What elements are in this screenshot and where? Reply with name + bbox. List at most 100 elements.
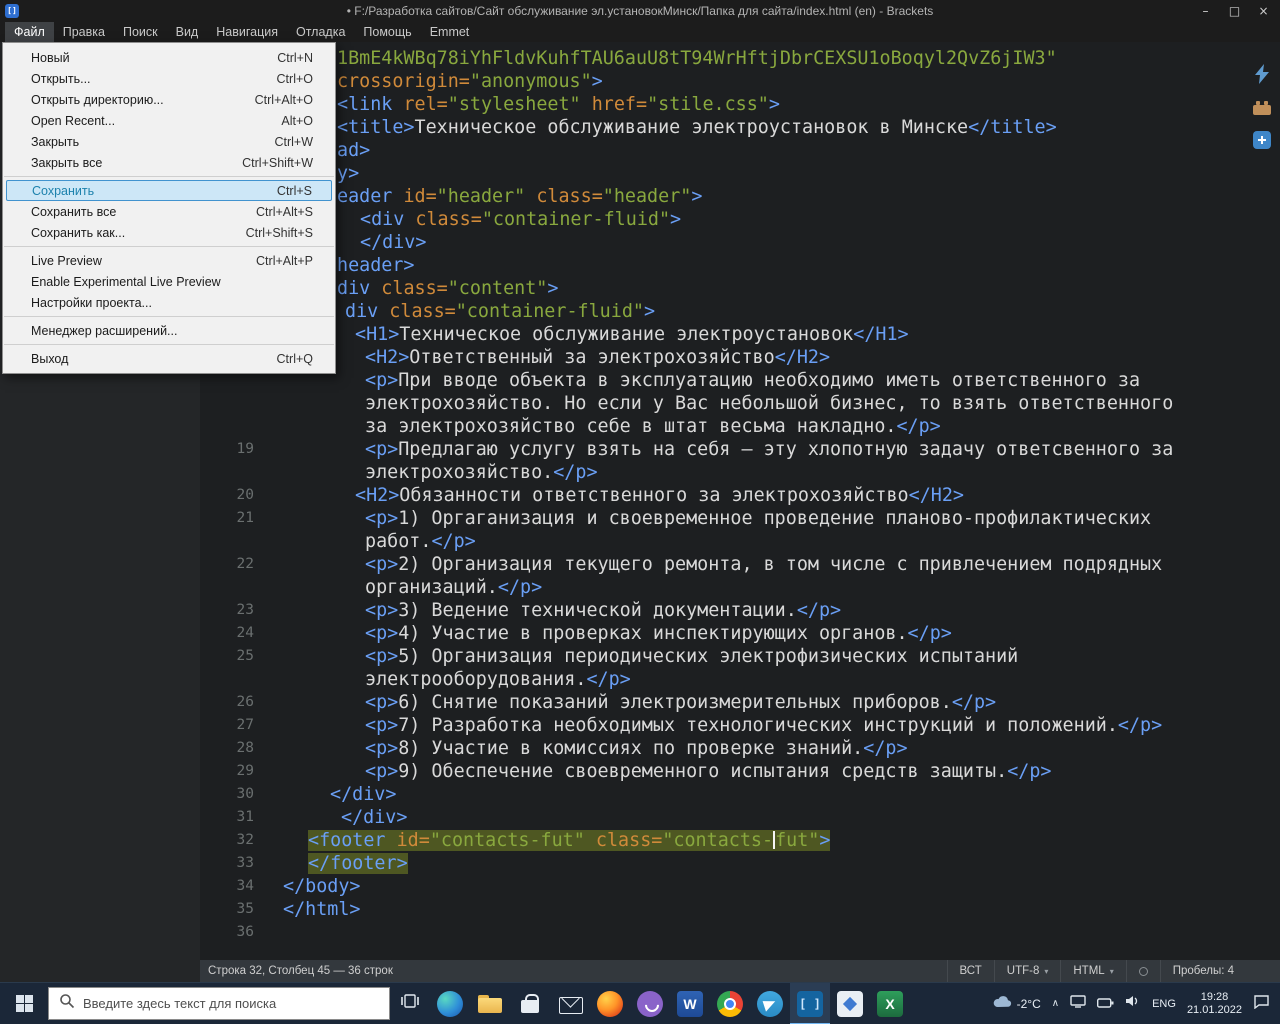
- code-row[interactable]: работ.</p>: [200, 530, 1280, 553]
- code-row[interactable]: 32 <footer id="contacts-fut" class="conta…: [200, 829, 1280, 852]
- taskbar-app-word[interactable]: [670, 983, 710, 1024]
- code-row[interactable]: </div>: [200, 231, 1280, 254]
- editor-pane[interactable]: 1BmE4kWBq78iYhFldvKuhfTAU6auU8tT94WrHftj…: [200, 42, 1280, 960]
- code-row[interactable]: организаций.</p>: [200, 576, 1280, 599]
- lint-status-indicator[interactable]: [1125, 960, 1160, 982]
- code-row[interactable]: <H2>Ответственный за электрохозяйство</H…: [200, 346, 1280, 369]
- file-menu-item-close-all[interactable]: Закрыть все Ctrl+Shift+W: [3, 152, 335, 173]
- file-menu-item-experimental-live-preview[interactable]: Enable Experimental Live Preview: [3, 271, 335, 292]
- display-icon[interactable]: [1070, 994, 1086, 1013]
- menubar-item-view[interactable]: Вид: [167, 22, 208, 42]
- code-row[interactable]: div class="content">: [200, 277, 1280, 300]
- code-row[interactable]: <link rel="stylesheet" href="stile.css">: [200, 93, 1280, 116]
- file-menu-item-extension-manager[interactable]: Менеджер расширений...: [3, 320, 335, 341]
- taskbar-search[interactable]: [48, 987, 390, 1020]
- code-row[interactable]: 26 <p>6) Снятие показаний электроизмерите…: [200, 691, 1280, 714]
- taskbar-app-explorer[interactable]: [470, 983, 510, 1024]
- file-menu-item-exit[interactable]: Выход Ctrl+Q: [3, 348, 335, 369]
- code-row[interactable]: 31 </div>: [200, 806, 1280, 829]
- battery-icon[interactable]: [1097, 995, 1114, 1013]
- hidden-icons-chevron-icon[interactable]: ∧: [1052, 998, 1059, 1009]
- taskbar-app-photos[interactable]: [830, 983, 870, 1024]
- language-mode-selector[interactable]: HTML ▾: [1060, 960, 1125, 982]
- file-menu-item-project-settings[interactable]: Настройки проекта...: [3, 292, 335, 313]
- code-row[interactable]: за электрохозяйство себе в штат весьма н…: [200, 415, 1280, 438]
- taskbar-app-viber[interactable]: [630, 983, 670, 1024]
- code-row[interactable]: 23 <p>3) Ведение технической документации…: [200, 599, 1280, 622]
- notification-center-icon[interactable]: [1253, 994, 1270, 1014]
- code-row[interactable]: электрооборудования.</p>: [200, 668, 1280, 691]
- code-row[interactable]: 24 <p>4) Участие в проверках инспектирующ…: [200, 622, 1280, 645]
- menu-item-shortcut: Ctrl+Shift+W: [242, 155, 313, 170]
- maximize-button[interactable]: □: [1220, 0, 1249, 22]
- menubar-item-emmet[interactable]: Emmet: [421, 22, 479, 42]
- file-menu-item-new[interactable]: Новый Ctrl+N: [3, 47, 335, 68]
- taskbar-app-mail[interactable]: [550, 983, 590, 1024]
- menubar-item-edit[interactable]: Правка: [54, 22, 114, 42]
- code-row[interactable]: <p>При вводе объекта в эксплуатацию необ…: [200, 369, 1280, 392]
- keyboard-language-indicator[interactable]: ENG: [1152, 998, 1176, 1010]
- code-row[interactable]: 25 <p>5) Организация периодических электр…: [200, 645, 1280, 668]
- weather-widget[interactable]: -2°C: [992, 994, 1041, 1013]
- file-menu-item-live-preview[interactable]: Live Preview Ctrl+Alt+P: [3, 250, 335, 271]
- menubar-item-debug[interactable]: Отладка: [287, 22, 354, 42]
- code-row[interactable]: 20 <H2>Обязанности ответственного за элек…: [200, 484, 1280, 507]
- code-row[interactable]: 28 <p>8) Участие в комиссиях по проверке …: [200, 737, 1280, 760]
- minimize-button[interactable]: –: [1191, 0, 1220, 22]
- volume-icon[interactable]: [1125, 994, 1141, 1013]
- insert-mode-indicator[interactable]: ВСТ: [946, 960, 994, 982]
- code-row[interactable]: 36: [200, 921, 1280, 944]
- code-row[interactable]: 29 <p>9) Обеспечение своевременного испыт…: [200, 760, 1280, 783]
- taskbar-app-telegram[interactable]: [750, 983, 790, 1024]
- file-menu-item-open[interactable]: Открыть... Ctrl+O: [3, 68, 335, 89]
- file-menu-item-open-recent[interactable]: Open Recent... Alt+O: [3, 110, 335, 131]
- code-row[interactable]: 27 <p>7) Разработка необходимых технологи…: [200, 714, 1280, 737]
- code-row[interactable]: crossorigin="anonymous">: [200, 70, 1280, 93]
- file-menu-item-save-as[interactable]: Сохранить как... Ctrl+Shift+S: [3, 222, 335, 243]
- code-row[interactable]: 1BmE4kWBq78iYhFldvKuhfTAU6auU8tT94WrHftj…: [200, 47, 1280, 70]
- taskbar-app-firefox[interactable]: [590, 983, 630, 1024]
- indent-settings[interactable]: Пробелы: 4: [1159, 960, 1246, 982]
- menubar-item-help[interactable]: Помощь: [354, 22, 420, 42]
- encoding-selector[interactable]: UTF-8 ▾: [993, 960, 1061, 982]
- close-button[interactable]: ×: [1249, 0, 1278, 22]
- taskbar-app-store[interactable]: [510, 983, 550, 1024]
- extension-plugin-icon[interactable]: [1253, 131, 1271, 154]
- extension-manager-brick-icon[interactable]: [1252, 99, 1272, 121]
- code-row[interactable]: электрохозяйство. Но если у Вас небольшо…: [200, 392, 1280, 415]
- start-button[interactable]: [0, 983, 48, 1024]
- task-view-button[interactable]: [390, 983, 430, 1024]
- taskbar-app-excel[interactable]: [870, 983, 910, 1024]
- taskbar-app-chrome[interactable]: [710, 983, 750, 1024]
- code-row[interactable]: eader id="header" class="header">: [200, 185, 1280, 208]
- menubar-item-find[interactable]: Поиск: [114, 22, 167, 42]
- code-row[interactable]: 30 </div>: [200, 783, 1280, 806]
- file-menu-item-close[interactable]: Закрыть Ctrl+W: [3, 131, 335, 152]
- menubar-item-navigate[interactable]: Навигация: [207, 22, 287, 42]
- code-row[interactable]: 34 </body>: [200, 875, 1280, 898]
- code-row[interactable]: header>: [200, 254, 1280, 277]
- clock[interactable]: 19:28 21.01.2022: [1187, 991, 1242, 1017]
- code-row[interactable]: 33 </footer>: [200, 852, 1280, 875]
- file-menu-item-save-all[interactable]: Сохранить все Ctrl+Alt+S: [3, 201, 335, 222]
- file-menu-item-open-folder[interactable]: Открыть директорию... Ctrl+Alt+O: [3, 89, 335, 110]
- code-row[interactable]: ad>: [200, 139, 1280, 162]
- taskbar-app-brackets[interactable]: [790, 982, 830, 1024]
- code-row[interactable]: 22 <p>2) Организация текущего ремонта, в …: [200, 553, 1280, 576]
- code-area[interactable]: 1BmE4kWBq78iYhFldvKuhfTAU6auU8tT94WrHftj…: [200, 42, 1280, 944]
- code-row[interactable]: div class="container-fluid">: [200, 300, 1280, 323]
- code-row[interactable]: 21 <p>1) Оргаганизация и своевременное пр…: [200, 507, 1280, 530]
- code-row[interactable]: электрохозяйство.</p>: [200, 461, 1280, 484]
- code-row[interactable]: y>: [200, 162, 1280, 185]
- taskbar-app-edge[interactable]: [430, 983, 470, 1024]
- code-row[interactable]: <title>Техническое обслуживание электроу…: [200, 116, 1280, 139]
- code-row[interactable]: 19 <p>Предлагаю услугу взять на себя — эт…: [200, 438, 1280, 461]
- code-row[interactable]: <div class="container-fluid">: [200, 208, 1280, 231]
- brackets-icon: [797, 990, 823, 1017]
- file-menu-item-save[interactable]: Сохранить Ctrl+S: [6, 180, 332, 201]
- code-row[interactable]: 35 </html>: [200, 898, 1280, 921]
- menubar-item-file[interactable]: Файл: [5, 22, 54, 42]
- code-row[interactable]: <H1>Техническое обслуживание электроуста…: [200, 323, 1280, 346]
- titlebar[interactable]: • F:/Разработка сайтов/Сайт обслуживание…: [0, 0, 1280, 22]
- live-preview-lightning-icon[interactable]: [1253, 64, 1271, 89]
